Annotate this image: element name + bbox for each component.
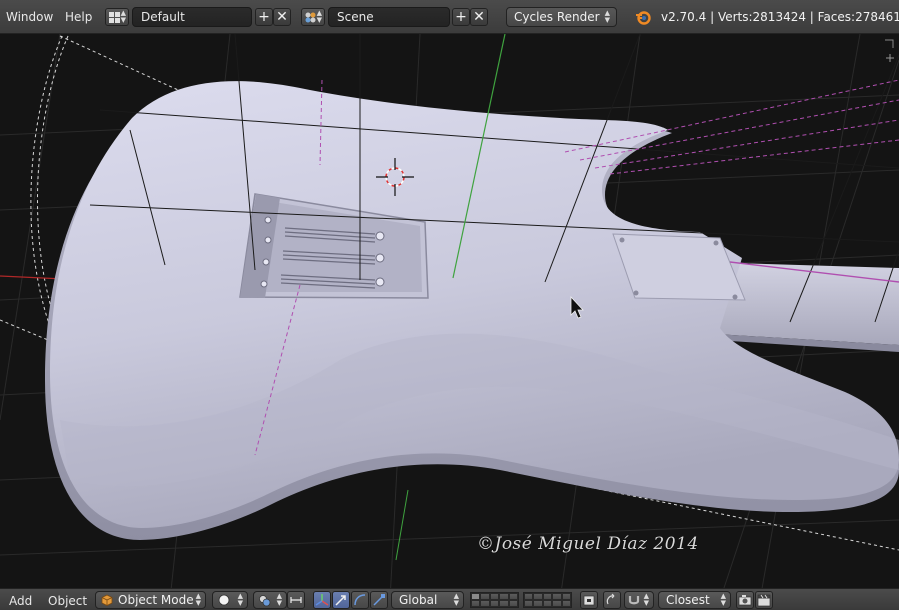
screen-layout-field[interactable]: Default [132,7,252,27]
rotate-arc-icon [354,594,366,606]
object-mode-cube-icon [101,594,113,606]
center-points-icon [290,597,302,603]
transform-orientation-label: Global [399,593,438,607]
layer-button[interactable] [471,593,481,600]
neck-plate-screw [619,237,625,243]
proportional-edit-icon [606,593,615,605]
spinner-arrows-icon: ▲ ▼ [316,9,322,24]
screen-layout-icon [109,12,120,23]
dropdown-arrows-icon: ▲ ▼ [643,592,649,607]
snap-element-dropdown[interactable]: ▲ ▼ [624,591,654,609]
layer-button[interactable] [542,593,553,600]
snap-target-label: Closest [666,593,710,607]
scene-name: Scene [337,10,374,24]
add-screen-button[interactable]: + [255,8,273,26]
close-icon: ✕ [473,9,485,25]
interaction-mode-dropdown[interactable]: Object Mode ▲ ▼ [95,591,206,609]
camera-icon [738,595,752,606]
delete-scene-button[interactable]: ✕ [470,8,488,26]
object-menu[interactable]: Object [48,594,87,608]
close-icon: ✕ [276,9,288,25]
layer-button[interactable] [542,600,553,607]
pivot-point-dropdown[interactable]: ▲ ▼ [253,591,287,609]
plus-icon: + [258,9,270,25]
layer-button[interactable] [480,600,490,607]
layer-button[interactable] [524,593,534,600]
area-split-corner-icon [885,39,894,48]
pivot-point-icon [259,595,271,607]
layers-lock-icon [583,595,595,606]
scale-manipulator-button[interactable] [370,591,388,609]
neck-plate-screw [713,240,719,246]
transform-manipulator-toggle[interactable] [313,591,331,609]
window-menu[interactable]: Window [6,10,53,24]
add-view-icon [886,54,894,62]
clapperboard-icon [757,594,771,607]
help-menu[interactable]: Help [65,10,92,24]
viewport-canvas [0,34,899,588]
proportional-editing-button[interactable] [603,591,621,609]
layer-button[interactable] [499,593,509,600]
3d-viewport[interactable]: ©José Miguel Díaz 2014 [0,34,899,588]
viewport-shading-dropdown[interactable]: ▲ ▼ [212,591,248,609]
interaction-mode-label: Object Mode [118,593,194,607]
dropdown-arrows-icon: ▲ ▼ [276,592,282,607]
layer-button[interactable] [489,600,500,607]
lock-camera-to-layers-button[interactable] [580,591,598,609]
manipulator-axes-icon [315,594,329,606]
delete-screen-button[interactable]: ✕ [273,8,291,26]
translate-manipulator-button[interactable] [332,591,350,609]
neck-plate-screw [633,290,639,296]
screen-layout-name: Default [141,10,185,24]
neck-plate [612,233,746,301]
layer-button[interactable] [552,600,562,607]
layer-button[interactable] [524,600,534,607]
dropdown-arrows-icon: ▲ ▼ [720,592,726,607]
screen-layout-selector[interactable]: ▲ ▼ [105,8,129,26]
dropdown-arrows-icon: ▲ ▼ [237,592,243,607]
scale-arrow-icon [373,594,385,606]
dropdown-arrows-icon: ▲ ▼ [604,9,610,24]
layer-button[interactable] [561,600,571,607]
translate-arrow-icon [335,595,346,606]
rotate-manipulator-button[interactable] [351,591,369,609]
layer-button[interactable] [499,600,509,607]
layer-button[interactable] [533,593,543,600]
y-axis-line-lower [395,489,409,561]
spinner-arrows-icon: ▲ ▼ [120,9,126,24]
snap-target-dropdown[interactable]: Closest ▲ ▼ [658,591,731,609]
layer-button[interactable] [471,600,481,607]
dropdown-arrows-icon: ▲ ▼ [453,592,459,607]
scene-statistics: v2.70.4 | Verts:2813424 | Faces:2784617 … [661,10,899,24]
render-engine-dropdown[interactable]: Cycles Render ▲ ▼ [506,7,617,27]
info-header: Window Help ▲ ▼ Default + ✕ ▲ ▼ Scene + ✕ … [0,0,899,34]
solid-shading-icon [218,594,230,606]
opengl-render-animation-button[interactable] [755,591,773,609]
add-menu[interactable]: Add [9,594,32,608]
transform-orientation-dropdown[interactable]: Global ▲ ▼ [391,591,464,609]
3d-view-header: Add Object Object Mode ▲ ▼ ▲ ▼ ▲ ▼ Globa… [0,588,899,610]
layer-button[interactable] [480,593,490,600]
layer-button[interactable] [508,593,518,600]
copyright-watermark: ©José Miguel Díaz 2014 [477,534,699,554]
snap-magnet-icon [628,596,640,605]
opengl-render-image-button[interactable] [736,591,754,609]
add-scene-button[interactable]: + [452,8,470,26]
layer-button[interactable] [561,593,571,600]
neck-plate-screw [732,294,738,300]
layer-button[interactable] [533,600,543,607]
layer-buttons-group-1[interactable] [470,592,519,608]
layer-button[interactable] [508,600,518,607]
layer-button[interactable] [489,593,500,600]
layer-buttons-group-2[interactable] [523,592,572,608]
render-engine-label: Cycles Render [514,10,600,24]
scene-field[interactable]: Scene [328,7,450,27]
dropdown-arrows-icon: ▲ ▼ [195,592,201,607]
layer-button[interactable] [552,593,562,600]
plus-icon: + [455,9,467,25]
scene-icon [305,12,316,23]
blender-logo-icon [636,11,651,25]
manipulate-center-button[interactable] [287,591,305,609]
scene-selector[interactable]: ▲ ▼ [301,8,325,26]
